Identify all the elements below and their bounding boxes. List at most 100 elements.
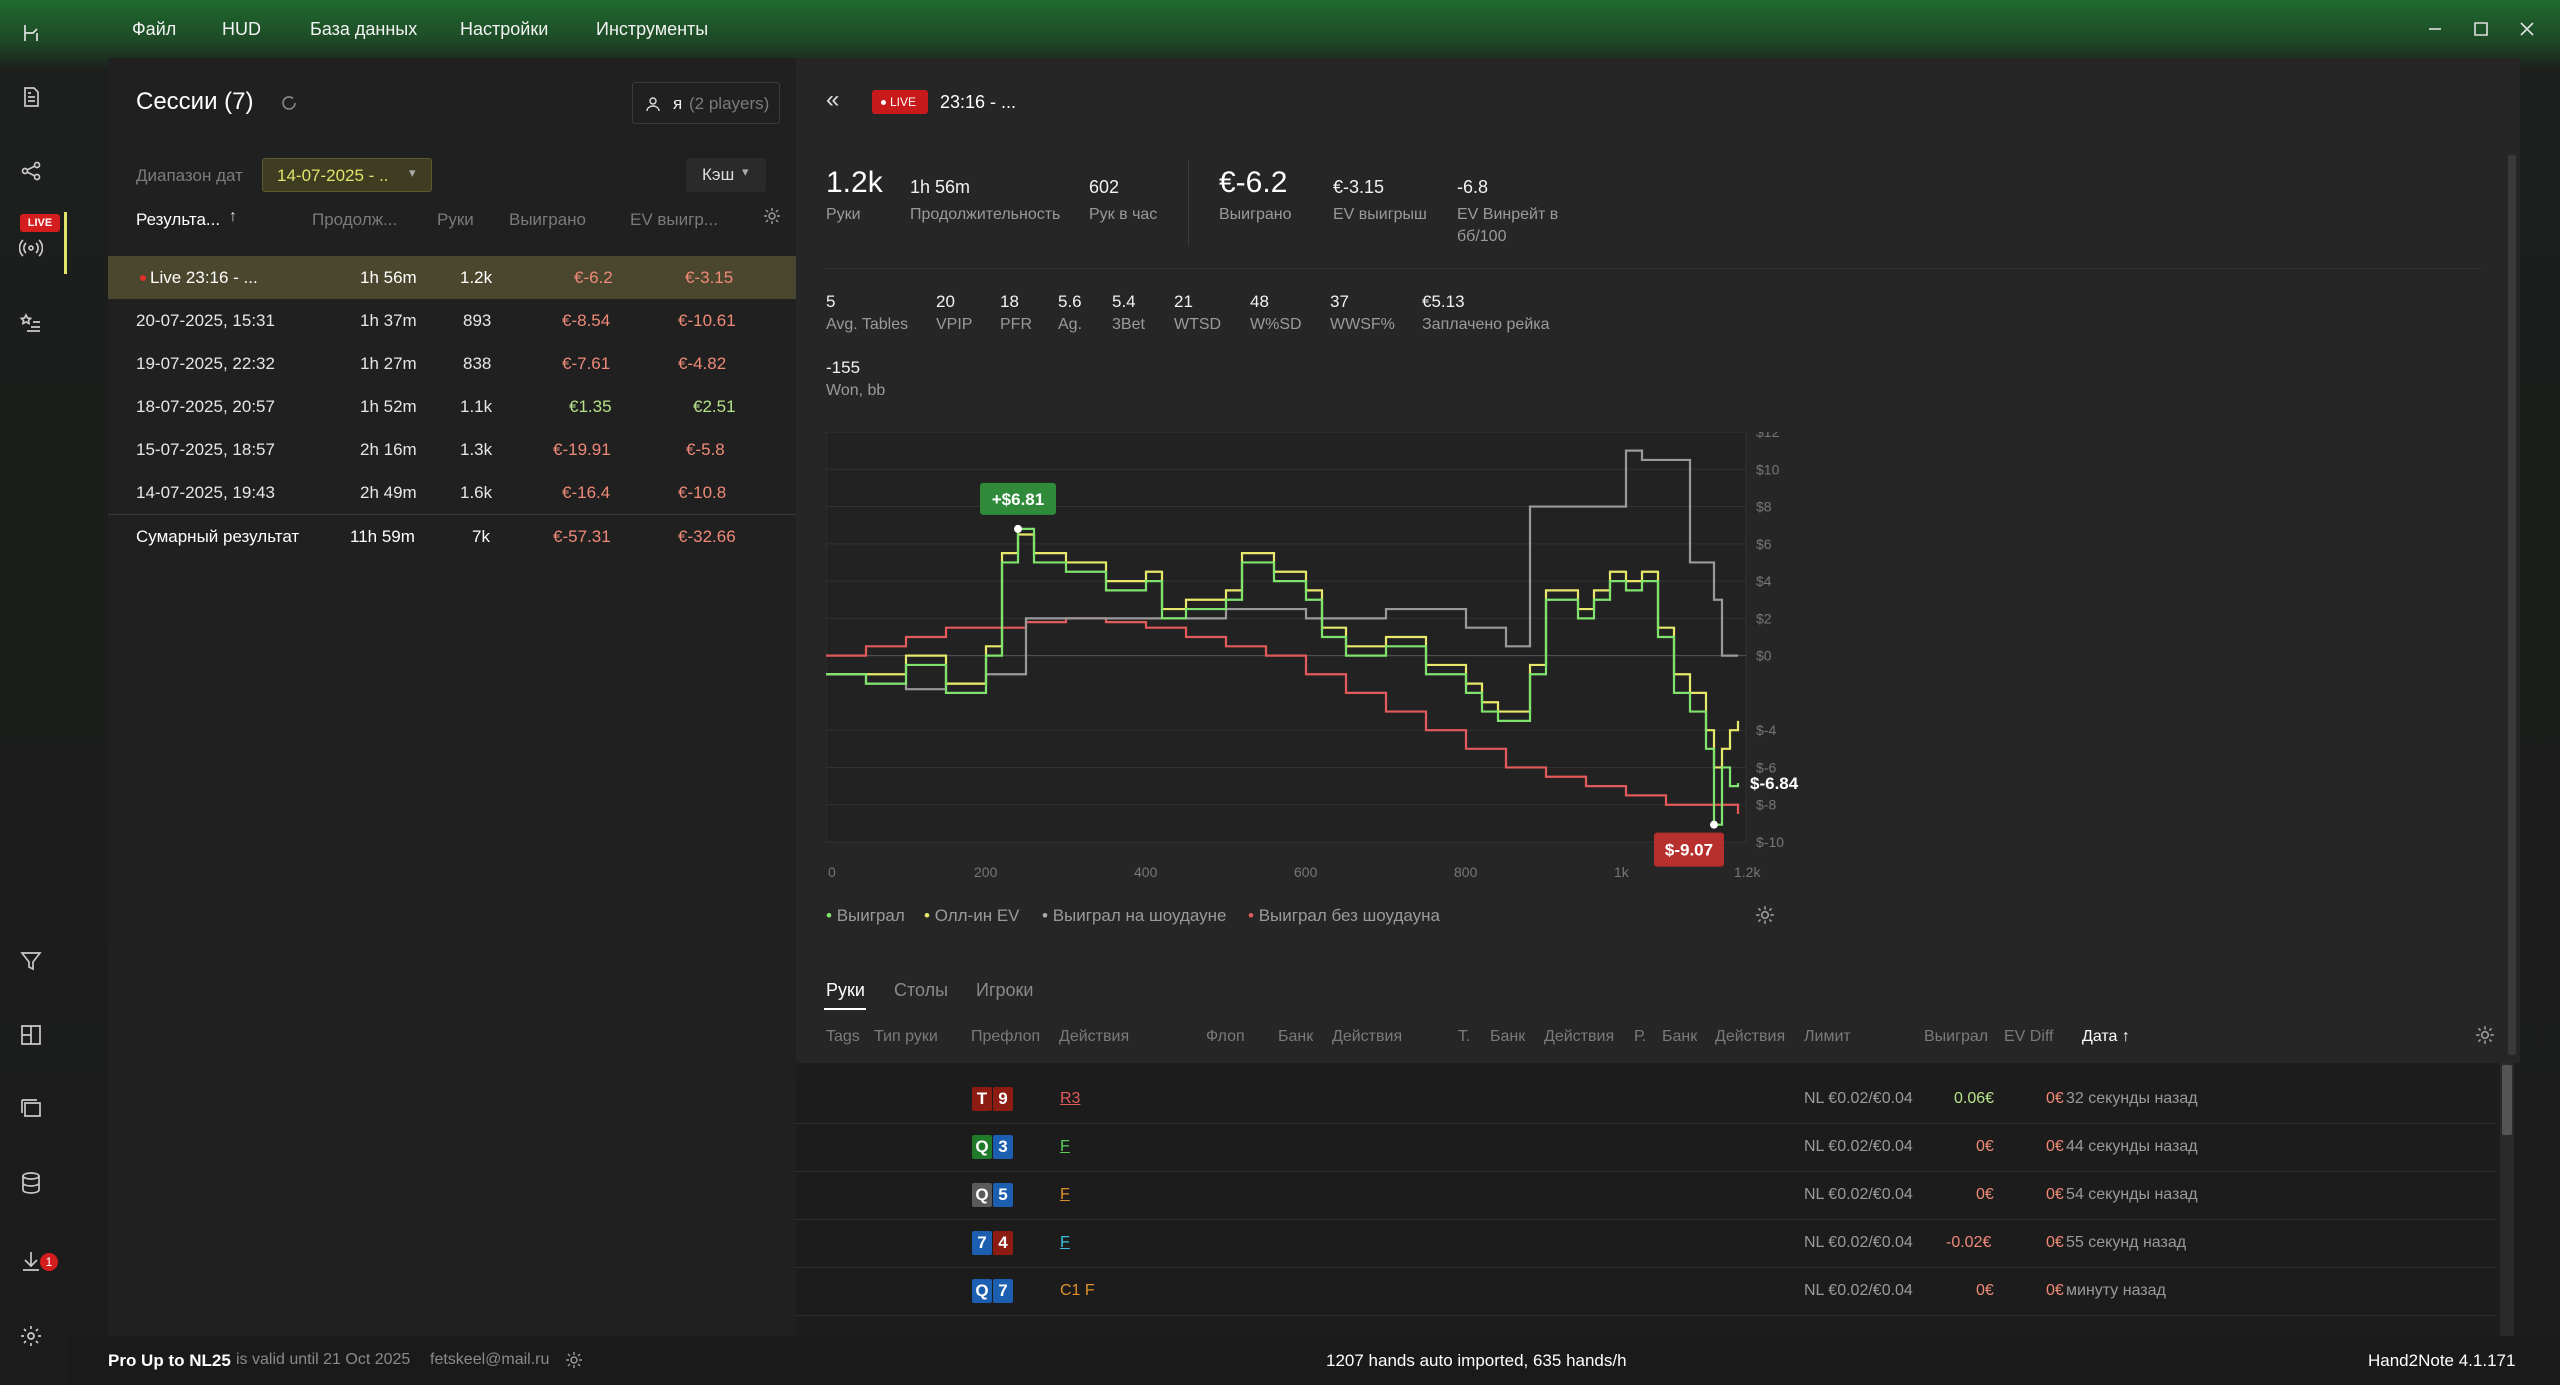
- player-selector[interactable]: я (2 players): [632, 82, 780, 124]
- col-preflop[interactable]: Префлоп: [971, 1028, 1040, 1046]
- col-duration[interactable]: Продолж...: [312, 210, 397, 230]
- col-hand-type[interactable]: Тип руки: [874, 1028, 938, 1046]
- col-actions-river[interactable]: Действия: [1715, 1028, 1785, 1046]
- hand-row[interactable]: Q7 C1 F NL €0.02/€0.04 0€ 0€ минуту наза…: [796, 1268, 2496, 1316]
- columns-settings-gear-icon[interactable]: [762, 206, 782, 226]
- menu-settings[interactable]: Настройки: [460, 19, 548, 40]
- scrollbar-thumb[interactable]: [2502, 1065, 2512, 1135]
- filter-icon[interactable]: [18, 948, 44, 974]
- chevron-down-icon: ▾: [742, 164, 749, 179]
- stat-vpip-label: VPIP: [936, 316, 973, 333]
- col-pot-flop[interactable]: Банк: [1278, 1028, 1313, 1046]
- col-actions-preflop[interactable]: Действия: [1059, 1028, 1129, 1046]
- table-settings-gear-icon[interactable]: [2474, 1024, 2496, 1046]
- col-limit[interactable]: Лимит: [1804, 1028, 1851, 1046]
- hand-row[interactable]: Q5 F NL €0.02/€0.04 0€ 0€ 54 секунды наз…: [796, 1172, 2496, 1220]
- card: T: [972, 1087, 992, 1111]
- chart-settings-gear-icon[interactable]: [1754, 904, 1776, 926]
- col-won[interactable]: Выиграно: [509, 210, 586, 230]
- session-row-live[interactable]: Live 23:16 - ... 1h 56m 1.2k €-6.2 €-3.1…: [108, 256, 796, 299]
- menu-database[interactable]: База данных: [310, 19, 417, 40]
- minimize-icon[interactable]: [2424, 18, 2446, 40]
- session-row[interactable]: 14-07-2025, 19:43 2h 49m 1.6k €-16.4 €-1…: [108, 471, 796, 514]
- session-hands: 893: [463, 311, 492, 330]
- tables-icon[interactable]: [18, 1096, 44, 1122]
- stat-wwsf-value: 37: [1330, 292, 1349, 311]
- col-flop[interactable]: Флоп: [1206, 1028, 1245, 1046]
- stat-rake-value: €5.13: [1422, 292, 1465, 311]
- live-broadcast-icon[interactable]: [18, 235, 44, 261]
- tab-hands[interactable]: Руки: [826, 980, 865, 1001]
- detail-scrollbar[interactable]: [2508, 155, 2516, 1055]
- app-logo-icon[interactable]: [18, 20, 44, 46]
- stat-won-bb-label: Won, bb: [826, 382, 886, 399]
- account-settings-gear-icon[interactable]: [564, 1350, 584, 1370]
- menu-file[interactable]: Файл: [132, 19, 176, 40]
- card: 5: [993, 1183, 1013, 1207]
- legend-item-won-nsd[interactable]: • Выиграл без шоудауна: [1248, 906, 1440, 926]
- col-actions-turn[interactable]: Действия: [1544, 1028, 1614, 1046]
- session-duration: 2h 16m: [360, 440, 417, 459]
- game-type-select[interactable]: Кэш ▾: [686, 158, 766, 192]
- hand-row[interactable]: 74 F NL €0.02/€0.04 -0.02€ 0€ 55 секунд …: [796, 1220, 2496, 1268]
- session-row[interactable]: 18-07-2025, 20:57 1h 52m 1.1k €1.35 €2.5…: [108, 385, 796, 428]
- legend-item-allin-ev[interactable]: • Олл-ин EV: [924, 906, 1020, 926]
- collapse-panel-icon[interactable]: «: [826, 86, 839, 114]
- starred-list-icon[interactable]: [18, 310, 44, 336]
- col-river[interactable]: Р.: [1634, 1028, 1646, 1046]
- license-validity: is valid until 21 Oct 2025: [236, 1351, 411, 1368]
- hands-table-header: Tags Тип руки Префлоп Действия Флоп Банк…: [826, 1028, 2486, 1052]
- col-date[interactable]: Дата ↑: [2082, 1028, 2130, 1046]
- scrollbar-thumb[interactable]: [2508, 155, 2516, 1055]
- hand-won: 0€: [1976, 1282, 1994, 1299]
- table-scrollbar[interactable]: [2500, 1063, 2514, 1336]
- hand-ev-diff: 0€: [2046, 1090, 2064, 1107]
- total-duration: 11h 59m: [350, 527, 415, 546]
- col-tags[interactable]: Tags: [826, 1028, 860, 1046]
- reports-icon[interactable]: [18, 84, 44, 110]
- close-icon[interactable]: [2516, 18, 2538, 40]
- hand-row[interactable]: T9 R3 NL €0.02/€0.04 0.06€ 0€ 32 секунды…: [796, 1076, 2496, 1124]
- stat-duration-label: Продолжительность: [910, 206, 1061, 223]
- stat-ev-value: €-3.15: [1333, 177, 1385, 197]
- session-name: 18-07-2025, 20:57: [136, 397, 275, 416]
- menu-hud[interactable]: HUD: [222, 19, 261, 40]
- col-result[interactable]: Результа...: [136, 210, 220, 230]
- col-pot-river[interactable]: Банк: [1662, 1028, 1697, 1046]
- legend-item-won[interactable]: • Выиграл: [826, 906, 905, 926]
- database-icon[interactable]: [18, 1170, 44, 1196]
- y-tick-label: $-8: [1756, 797, 1776, 813]
- x-tick-label: 0: [828, 864, 836, 880]
- total-hands: 7k: [472, 527, 490, 546]
- session-row[interactable]: 20-07-2025, 15:31 1h 37m 893 €-8.54 €-10…: [108, 299, 796, 342]
- tab-players[interactable]: Игроки: [976, 980, 1033, 1001]
- share-icon[interactable]: [18, 158, 44, 184]
- session-row[interactable]: 19-07-2025, 22:32 1h 27m 838 €-7.61 €-4.…: [108, 342, 796, 385]
- date-range-picker[interactable]: 14-07-2025 - .. ▾: [262, 158, 432, 192]
- session-name: 20-07-2025, 15:31: [136, 311, 275, 330]
- min-point: [1710, 820, 1718, 829]
- session-won: €-6.2: [574, 268, 613, 287]
- update-count-badge: 1: [40, 1253, 58, 1271]
- col-ev[interactable]: EV выигр...: [630, 210, 718, 230]
- col-hands[interactable]: Руки: [437, 210, 474, 230]
- hand-row[interactable]: Q3 F NL €0.02/€0.04 0€ 0€ 44 секунды наз…: [796, 1124, 2496, 1172]
- col-turn[interactable]: Т.: [1458, 1028, 1470, 1046]
- menu-tools[interactable]: Инструменты: [596, 19, 708, 40]
- session-row[interactable]: 15-07-2025, 18:57 2h 16m 1.3k €-19.91 €-…: [108, 428, 796, 471]
- status-bar: Pro Up to NL25 is valid until 21 Oct 202…: [66, 1336, 2560, 1385]
- tab-tables[interactable]: Столы: [894, 980, 948, 1001]
- stat-pfr-label: PFR: [1000, 316, 1032, 333]
- layout-icon[interactable]: [18, 1022, 44, 1048]
- app-version: Hand2Note 4.1.171: [2368, 1351, 2516, 1370]
- settings-gear-icon[interactable]: [18, 1323, 44, 1349]
- hand-date: 32 секунды назад: [2066, 1090, 2198, 1107]
- col-ev-diff[interactable]: EV Diff: [2004, 1028, 2054, 1046]
- refresh-icon[interactable]: [278, 92, 300, 114]
- maximize-icon[interactable]: [2470, 18, 2492, 40]
- col-actions-flop[interactable]: Действия: [1332, 1028, 1402, 1046]
- col-pot-turn[interactable]: Банк: [1490, 1028, 1525, 1046]
- live-label: LIVE: [890, 95, 917, 109]
- legend-item-won-sd[interactable]: • Выиграл на шоудауне: [1042, 906, 1226, 926]
- col-won[interactable]: Выиграл: [1924, 1028, 1988, 1046]
